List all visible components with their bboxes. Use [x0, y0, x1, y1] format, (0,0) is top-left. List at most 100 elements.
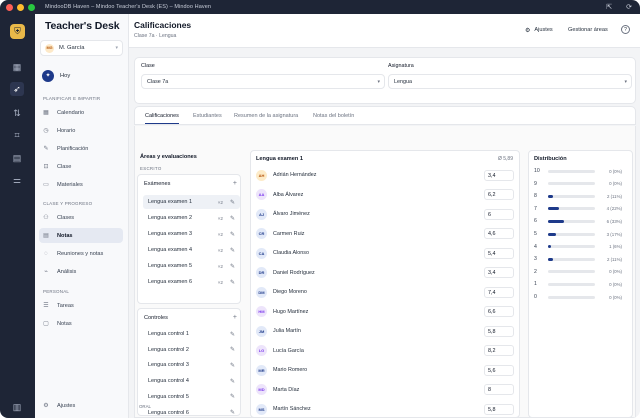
sort-icon[interactable]: ⇅ — [10, 106, 24, 120]
grade-input[interactable]: 4,6 — [484, 228, 514, 239]
distribution-grade: 3 — [534, 256, 537, 263]
control-item[interactable]: Lengua control 6 ✎ — [143, 406, 240, 418]
minimize-window-button[interactable] — [17, 3, 24, 11]
grade-input[interactable]: 3,4 — [484, 169, 514, 181]
distribution-bar-track — [548, 295, 595, 299]
filter-panel: Clase Clase 7a ▾ Asignatura Lengua ▾ — [134, 57, 636, 104]
distribution-count: 4 (22%) — [606, 206, 622, 212]
nav-grades[interactable]: ▤ Notas — [39, 228, 123, 243]
edit-pencil-icon[interactable]: ✎ — [230, 247, 235, 254]
exam-name: Lengua examen 1 — [148, 199, 193, 205]
nav-settings[interactable]: ⚙ Ajustes — [39, 402, 75, 410]
nav-classes[interactable]: ⚇ Clases — [39, 210, 123, 225]
control-item[interactable]: Lengua control 4 ✎ — [143, 374, 240, 388]
focus-icon[interactable]: ⌗ — [10, 128, 24, 142]
calendar-grid-icon[interactable]: ▤ — [10, 151, 24, 165]
student-avatar: CA — [256, 247, 267, 259]
help-icon[interactable]: ? — [621, 25, 630, 34]
exam-item[interactable]: Lengua examen 6 ×2 ✎ — [143, 275, 240, 289]
add-control-icon[interactable]: + — [233, 314, 237, 321]
nav-materials[interactable]: ▭ Materiales — [39, 177, 123, 192]
add-exam-icon[interactable]: + — [233, 180, 237, 187]
nav-analysis[interactable]: ⌁ Análisis — [39, 264, 123, 279]
section-personal-label: PERSONAL — [43, 289, 70, 294]
exam-weight: ×2 — [217, 215, 223, 221]
edit-pencil-icon[interactable]: ✎ — [230, 279, 235, 286]
exam-item[interactable]: Lengua examen 5 ×2 ✎ — [143, 259, 240, 273]
student-row: MD Marta Díaz 8 — [251, 382, 514, 398]
grade-input[interactable]: 3,4 — [484, 267, 514, 278]
grade-input[interactable]: 5,6 — [484, 364, 514, 376]
nav-notes[interactable]: ▢ Notas — [39, 316, 123, 331]
student-name: Claudia Alonso — [273, 250, 309, 256]
student-avatar: AJ — [256, 208, 267, 220]
exam-item[interactable]: Lengua examen 4 ×2 ✎ — [143, 243, 240, 257]
edit-pencil-icon[interactable]: ✎ — [230, 409, 235, 416]
edit-pencil-icon[interactable]: ✎ — [230, 231, 235, 238]
nav-planning[interactable]: ✎ Planificación — [39, 141, 123, 156]
edit-pencil-icon[interactable]: ✎ — [230, 378, 235, 385]
student-name: Marta Díaz — [273, 386, 300, 393]
sidebar-toggle-icon[interactable]: ▥ — [10, 400, 24, 414]
student-avatar: CR — [256, 228, 267, 239]
tab-grades[interactable]: Calificaciones — [145, 113, 179, 124]
exams-group: Exámenes + Lengua examen 1 ×2 ✎ Lengua exa… — [137, 174, 241, 304]
edit-pencil-icon[interactable]: ✎ — [230, 362, 235, 369]
control-name: Lengua control 1 — [148, 331, 189, 337]
control-item[interactable]: Lengua control 3 ✎ — [143, 358, 240, 372]
control-name: Lengua control 5 — [148, 393, 189, 400]
rocket-icon[interactable]: ➶ — [10, 82, 24, 96]
distribution-bar-track — [548, 245, 595, 249]
distribution-row: 5 3 (17%) — [534, 228, 622, 240]
edit-pencil-icon[interactable]: ✎ — [230, 199, 235, 206]
student-name: Álvaro Jiménez — [273, 211, 310, 217]
grade-input[interactable]: 8,2 — [484, 345, 514, 356]
edit-pencil-icon[interactable]: ✎ — [230, 346, 235, 353]
avatar: MG — [45, 43, 54, 53]
grade-input[interactable]: 7,4 — [484, 286, 514, 298]
grade-input[interactable]: 8 — [484, 384, 514, 395]
edit-pencil-icon[interactable]: ✎ — [230, 393, 235, 400]
settings-button[interactable]: ⚙ Ajustes — [525, 23, 553, 37]
student-name: Adrián Hernández — [273, 172, 317, 178]
nav-today[interactable]: ✦ Hoy — [40, 68, 124, 84]
exam-item[interactable]: Lengua examen 2 ×2 ✎ — [143, 211, 240, 225]
close-window-button[interactable] — [6, 3, 13, 11]
grade-input[interactable]: 5,4 — [484, 247, 514, 259]
exam-weight: ×2 — [217, 231, 223, 237]
control-item[interactable]: Lengua control 2 ✎ — [143, 343, 240, 357]
grade-input[interactable]: 5,8 — [484, 325, 514, 337]
manage-areas-button[interactable]: Gestionar áreas — [568, 23, 608, 37]
nav-schedule[interactable]: ◷ Horario — [39, 123, 123, 138]
tab-subject-summary[interactable]: Resumen de la asignatura — [234, 113, 298, 119]
sync-icon[interactable]: ⟳ — [626, 3, 632, 11]
tab-report-notes[interactable]: Notas del boletín — [313, 113, 354, 119]
nav-lesson[interactable]: ⊡ Clase — [39, 159, 123, 174]
edit-pencil-icon[interactable]: ✎ — [230, 263, 235, 270]
user-switcher[interactable]: MG M. García ▾ — [40, 40, 123, 56]
nav-meetings[interactable]: ◌ Reuniones y notas — [39, 246, 123, 261]
exam-item[interactable]: Lengua examen 3 ×2 ✎ — [143, 227, 240, 241]
control-item[interactable]: Lengua control 5 ✎ — [143, 390, 240, 404]
distribution-grade: 10 — [534, 168, 540, 174]
control-item[interactable]: Lengua control 1 ✎ — [143, 327, 240, 341]
control-name: Lengua control 3 — [148, 362, 189, 369]
grade-input[interactable]: 6 — [484, 208, 514, 220]
grade-input[interactable]: 5,8 — [484, 403, 514, 415]
edit-pencil-icon[interactable]: ✎ — [230, 215, 235, 222]
nav-label: Planificación — [57, 145, 89, 152]
nav-tasks[interactable]: ☰ Tareas — [39, 298, 123, 313]
student-row: DM Diego Moreno 7,4 — [251, 284, 514, 300]
dashboard-icon[interactable]: ▦ — [10, 60, 24, 74]
sliders-icon[interactable]: ⚌ — [10, 173, 24, 187]
grade-input[interactable]: 6,2 — [484, 189, 514, 200]
edit-pencil-icon[interactable]: ✎ — [230, 331, 235, 338]
maximize-window-button[interactable] — [28, 3, 35, 11]
class-select[interactable]: Clase 7a ▾ — [141, 74, 385, 89]
nav-calendar[interactable]: ▦ Calendario — [39, 105, 123, 120]
share-icon[interactable]: ⇱ — [606, 3, 612, 11]
tab-students[interactable]: Estudiantes — [193, 113, 222, 119]
exam-item[interactable]: Lengua examen 1 ×2 ✎ — [143, 195, 240, 209]
grade-input[interactable]: 6,6 — [484, 306, 514, 317]
subject-select[interactable]: Lengua ▾ — [388, 74, 632, 89]
